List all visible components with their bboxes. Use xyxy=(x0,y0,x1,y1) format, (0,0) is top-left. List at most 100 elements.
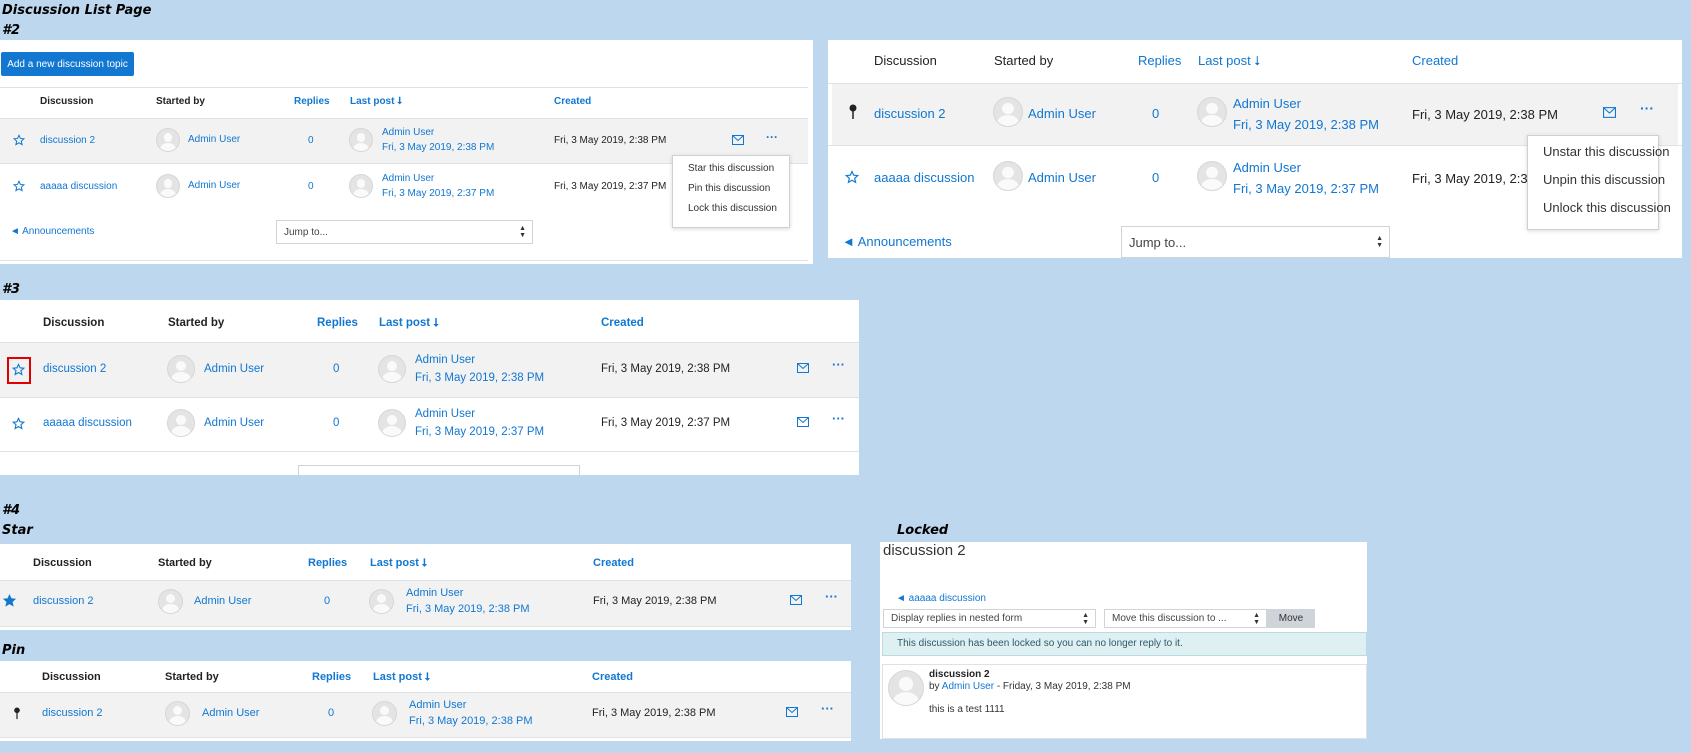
col-last-post[interactable]: Last post ⭣ xyxy=(379,317,439,330)
replies-count[interactable]: 0 xyxy=(328,707,334,719)
star-icon[interactable] xyxy=(12,417,25,430)
sort-arrow-icon: ⭣ xyxy=(397,96,402,107)
star-icon[interactable] xyxy=(13,180,25,192)
last-post-date[interactable]: Fri, 3 May 2019, 2:38 PM xyxy=(1233,117,1379,132)
last-post-author[interactable]: Admin User xyxy=(1233,96,1301,111)
col-created[interactable]: Created xyxy=(592,671,633,683)
avatar xyxy=(158,589,183,614)
more-actions-icon[interactable]: ··· xyxy=(1640,100,1654,116)
last-post-date[interactable]: Fri, 3 May 2019, 2:38 PM xyxy=(406,603,530,615)
sort-arrow-icon: ⭣ xyxy=(433,317,439,329)
discussion-link[interactable]: discussion 2 xyxy=(43,363,106,375)
col-created[interactable]: Created xyxy=(554,96,591,107)
col-last-post[interactable]: Last post ⭣ xyxy=(350,96,402,107)
move-discussion-select[interactable]: Move this discussion to ... ▲ ▼ xyxy=(1104,609,1267,628)
last-post-date[interactable]: Fri, 3 May 2019, 2:37 PM xyxy=(1233,181,1379,196)
replies-count[interactable]: 0 xyxy=(333,363,339,375)
discussion-link[interactable]: discussion 2 xyxy=(40,135,95,146)
add-discussion-button[interactable]: Add a new discussion topic xyxy=(1,52,134,76)
avatar xyxy=(156,174,180,198)
col-last-post[interactable]: Last post ⭣ xyxy=(370,557,427,570)
last-post-author[interactable]: Admin User xyxy=(406,587,463,599)
discussion-link[interactable]: discussion 2 xyxy=(874,106,946,121)
subscribe-mail-icon[interactable] xyxy=(797,363,809,373)
discussion-link[interactable]: aaaaa discussion xyxy=(40,181,117,192)
display-mode-select[interactable]: Display replies in nested form ▲ ▼ xyxy=(883,609,1096,628)
unlock-discussion-option[interactable]: Unlock this discussion xyxy=(1543,200,1671,215)
discussion-list-panel-b: Discussion Started by Replies Last post … xyxy=(828,40,1682,258)
unpin-discussion-option[interactable]: Unpin this discussion xyxy=(1543,172,1665,187)
subscribe-mail-icon[interactable] xyxy=(786,707,798,717)
last-post-date[interactable]: Fri, 3 May 2019, 2:37 PM xyxy=(382,188,494,199)
col-replies[interactable]: Replies xyxy=(317,317,358,329)
col-replies[interactable]: Replies xyxy=(312,671,351,683)
discussion-link[interactable]: discussion 2 xyxy=(33,595,94,607)
col-replies[interactable]: Replies xyxy=(1138,53,1181,68)
pin-discussion-option[interactable]: Pin this discussion xyxy=(688,183,770,194)
previous-discussion-link[interactable]: ◄ aaaaa discussion xyxy=(896,593,986,604)
last-post-author[interactable]: Admin User xyxy=(415,408,475,420)
col-last-post[interactable]: Last post ⭣ xyxy=(1198,53,1261,69)
last-post-author[interactable]: Admin User xyxy=(382,127,434,138)
author-link[interactable]: Admin User xyxy=(1028,106,1096,121)
col-last-post[interactable]: Last post ⭣ xyxy=(373,671,430,684)
more-actions-icon[interactable]: ··· xyxy=(825,589,838,604)
announcements-link[interactable]: ◄ Announcements xyxy=(10,226,94,237)
subscribe-mail-icon[interactable] xyxy=(1603,107,1616,118)
last-post-date[interactable]: Fri, 3 May 2019, 2:38 PM xyxy=(382,142,494,153)
star-icon[interactable] xyxy=(13,134,25,146)
subscribe-mail-icon[interactable] xyxy=(790,595,802,605)
pinned-list-panel: Discussion Started by Replies Last post … xyxy=(0,661,851,741)
author-link[interactable]: Admin User xyxy=(188,134,240,145)
last-post-author[interactable]: Admin User xyxy=(409,699,466,711)
jump-to-select-partial[interactable] xyxy=(298,465,580,475)
col-created[interactable]: Created xyxy=(1412,53,1458,68)
col-discussion: Discussion xyxy=(42,671,101,683)
star-icon[interactable] xyxy=(845,170,859,184)
author-link[interactable]: Admin User xyxy=(1028,170,1096,185)
author-link[interactable]: Admin User xyxy=(194,595,251,607)
discussion-link[interactable]: aaaaa discussion xyxy=(874,170,974,185)
last-post-date[interactable]: Fri, 3 May 2019, 2:38 PM xyxy=(415,372,544,384)
lock-discussion-option[interactable]: Lock this discussion xyxy=(688,203,777,214)
author-link[interactable]: Admin User xyxy=(204,417,264,429)
col-discussion: Discussion xyxy=(40,96,94,107)
col-replies[interactable]: Replies xyxy=(294,96,330,107)
unstar-discussion-option[interactable]: Unstar this discussion xyxy=(1543,144,1669,159)
more-actions-icon[interactable]: ··· xyxy=(766,130,778,144)
last-post-author[interactable]: Admin User xyxy=(1233,160,1301,175)
last-post-author[interactable]: Admin User xyxy=(382,173,434,184)
replies-count[interactable]: 0 xyxy=(333,417,339,429)
jump-to-select[interactable]: Jump to... ▲ ▼ xyxy=(1121,226,1390,258)
author-link[interactable]: Admin User xyxy=(188,180,240,191)
star-icon[interactable] xyxy=(12,363,25,376)
replies-count[interactable]: 0 xyxy=(1152,106,1159,121)
jump-to-select[interactable]: Jump to... ▲ ▼ xyxy=(276,220,533,244)
subscribe-mail-icon[interactable] xyxy=(797,417,809,427)
star-discussion-option[interactable]: Star this discussion xyxy=(688,163,774,174)
more-actions-icon[interactable]: ··· xyxy=(821,701,834,716)
col-created[interactable]: Created xyxy=(601,317,644,329)
last-post-date[interactable]: Fri, 3 May 2019, 2:38 PM xyxy=(409,715,533,727)
author-link[interactable]: Admin User xyxy=(204,363,264,375)
discussion-link[interactable]: discussion 2 xyxy=(42,707,103,719)
last-post-date[interactable]: Fri, 3 May 2019, 2:37 PM xyxy=(415,426,544,438)
discussion-link[interactable]: aaaaa discussion xyxy=(43,417,132,429)
announcements-link[interactable]: ◄ Announcements xyxy=(842,234,952,249)
discussion-list-panel-c: Discussion Started by Replies Last post … xyxy=(0,300,859,475)
replies-count[interactable]: 0 xyxy=(1152,170,1159,185)
replies-count[interactable]: 0 xyxy=(324,595,330,607)
move-button[interactable]: Move xyxy=(1267,609,1315,628)
last-post-author[interactable]: Admin User xyxy=(415,354,475,366)
avatar xyxy=(888,670,924,706)
more-actions-icon[interactable]: ··· xyxy=(832,411,845,426)
starred-icon[interactable] xyxy=(3,594,16,607)
subscribe-mail-icon[interactable] xyxy=(732,135,744,145)
col-replies[interactable]: Replies xyxy=(308,557,347,569)
more-actions-icon[interactable]: ··· xyxy=(832,357,845,372)
replies-count[interactable]: 0 xyxy=(308,135,314,146)
post-author-link[interactable]: Admin User xyxy=(942,681,994,692)
replies-count[interactable]: 0 xyxy=(308,181,314,192)
col-created[interactable]: Created xyxy=(593,557,634,569)
author-link[interactable]: Admin User xyxy=(202,707,259,719)
